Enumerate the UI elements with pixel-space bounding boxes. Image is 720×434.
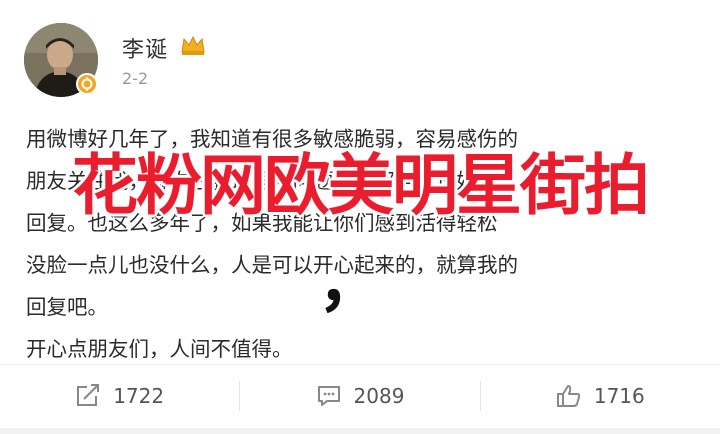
comment-count: 2089 [353, 384, 405, 408]
watermark-comma: ， [318, 247, 382, 321]
comment-button[interactable]: 2089 [240, 365, 479, 427]
divider [0, 428, 720, 434]
action-bar: 1722 2089 1716 [0, 365, 720, 427]
watermark-text: 花粉网欧美明星街拍 [72, 147, 650, 224]
repost-icon [77, 384, 100, 406]
verified-badge-icon [76, 73, 98, 95]
like-count: 1716 [593, 384, 645, 408]
like-button[interactable]: 1716 [481, 365, 720, 427]
post-date: 2-2 [122, 69, 149, 88]
thumbs-up-icon [556, 385, 581, 407]
vip-crown-icon [180, 34, 206, 56]
comment-icon [317, 386, 340, 406]
author-name[interactable]: 李诞 [122, 32, 168, 64]
repost-count: 1722 [113, 384, 165, 408]
weibo-post: 李诞 2-2 用微博好几年了，我知道有很多敏感脆弱，容易感伤的 朋友关注我，每次… [0, 0, 720, 434]
repost-button[interactable]: 1722 [0, 365, 239, 427]
